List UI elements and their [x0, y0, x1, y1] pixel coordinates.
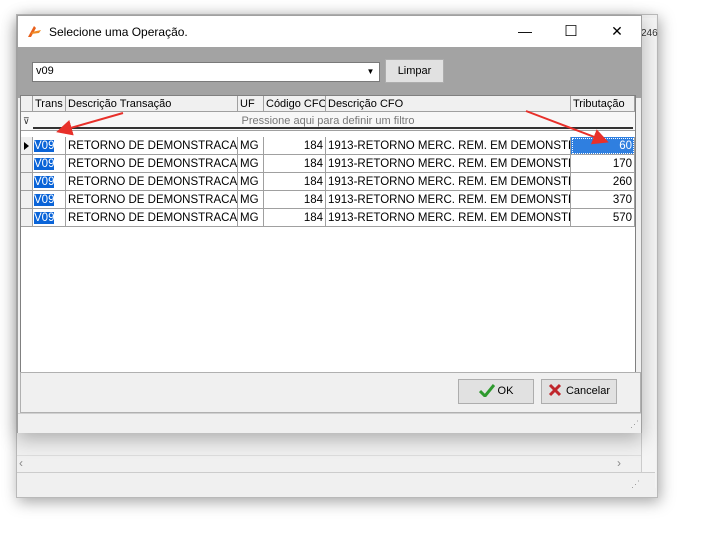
operation-combobox[interactable]: v09 ▼ — [32, 62, 380, 82]
cancel-label: Cancelar — [565, 385, 611, 397]
table-row[interactable]: V09 RETORNO DE DEMONSTRACAO MG 184 1913-… — [21, 191, 635, 209]
filter-hint[interactable]: Pressione aqui para definir um filtro — [21, 115, 635, 127]
table-row[interactable]: V09 RETORNO DE DEMONSTRACAO MG 184 1913-… — [21, 137, 635, 155]
scroll-left-icon[interactable]: ‹ — [19, 456, 23, 470]
operation-combobox-value[interactable]: v09 — [36, 65, 54, 77]
dialog-title: Selecione uma Operação. — [49, 25, 188, 39]
check-icon — [478, 384, 495, 399]
column-header-descricao-transacao[interactable]: Descrição Transação — [66, 96, 238, 112]
maximize-button[interactable]: ☐ — [548, 16, 594, 47]
ok-button[interactable]: OK — [458, 379, 534, 404]
cell-trans[interactable]: V09 — [33, 209, 66, 227]
cell-codigo-cfo[interactable]: 184 — [264, 173, 326, 191]
column-header-descricao-cfo[interactable]: Descrição CFO — [326, 96, 571, 112]
cell-trans[interactable]: V09 — [33, 173, 66, 191]
select-operation-dialog: Selecione uma Operação. — ☐ ✕ v09 ▼ Limp… — [17, 15, 642, 433]
cell-trans-text: V09 — [34, 194, 55, 206]
cell-codigo-cfo[interactable]: 184 — [264, 155, 326, 173]
column-header-trans[interactable]: Trans — [33, 96, 66, 112]
x-icon — [548, 383, 562, 397]
scroll-right-icon[interactable]: › — [617, 456, 621, 470]
button-bar: OK Cancelar — [20, 372, 641, 413]
cell-uf[interactable]: MG — [238, 191, 264, 209]
row-pointer-icon — [24, 142, 29, 150]
row-indicator — [21, 137, 33, 155]
resize-grip-icon[interactable]: ⋰ — [630, 420, 639, 429]
grid-header-indicator — [21, 96, 33, 112]
column-header-uf[interactable]: UF — [238, 96, 264, 112]
cell-descricao[interactable]: RETORNO DE DEMONSTRACAO — [66, 191, 238, 209]
search-toolbar: v09 ▼ Limpar — [18, 47, 641, 98]
chevron-down-icon[interactable]: ▼ — [362, 63, 379, 81]
cell-descricao-cfo[interactable]: 1913-RETORNO MERC. REM. EM DEMONSTR. — [326, 137, 571, 155]
cell-tributacao[interactable]: 170 — [571, 155, 635, 173]
row-indicator — [21, 155, 33, 173]
cell-codigo-cfo[interactable]: 184 — [264, 191, 326, 209]
cell-tributacao[interactable]: 260 — [571, 173, 635, 191]
cell-descricao-cfo[interactable]: 1913-RETORNO MERC. REM. EM DEMONSTR. — [326, 155, 571, 173]
cell-codigo-cfo[interactable]: 184 — [264, 137, 326, 155]
cell-trans[interactable]: V09 — [33, 155, 66, 173]
background-partial-text: 246 — [641, 28, 658, 39]
title-bar[interactable]: Selecione uma Operação. — ☐ ✕ — [18, 16, 641, 47]
resize-grip-icon[interactable]: ⋰ — [631, 480, 640, 489]
cell-trans-text: V09 — [34, 158, 55, 170]
table-row[interactable]: V09 RETORNO DE DEMONSTRACAO MG 184 1913-… — [21, 155, 635, 173]
row-indicator — [21, 173, 33, 191]
cell-uf[interactable]: MG — [238, 173, 264, 191]
cell-trans[interactable]: V09 — [33, 191, 66, 209]
cell-trans-text: V09 — [34, 212, 55, 224]
cell-trans[interactable]: V09 — [33, 137, 66, 155]
table-row[interactable]: V09 RETORNO DE DEMONSTRACAO MG 184 1913-… — [21, 209, 635, 227]
cell-descricao-cfo[interactable]: 1913-RETORNO MERC. REM. EM DEMONSTR. — [326, 191, 571, 209]
close-button[interactable]: ✕ — [594, 16, 640, 47]
cell-descricao[interactable]: RETORNO DE DEMONSTRACAO — [66, 209, 238, 227]
cell-tributacao-selected[interactable]: 60 — [571, 137, 635, 155]
cell-uf[interactable]: MG — [238, 209, 264, 227]
cell-trans-text: V09 — [34, 140, 55, 152]
background-horizontal-scrollbar[interactable]: ‹ › — [17, 455, 641, 472]
background-panel — [641, 18, 656, 488]
cell-trans-text: V09 — [34, 176, 55, 188]
filter-divider — [33, 127, 633, 129]
table-row[interactable]: V09 RETORNO DE DEMONSTRACAO MG 184 1913-… — [21, 173, 635, 191]
cell-descricao-cfo[interactable]: 1913-RETORNO MERC. REM. EM DEMONSTR. — [326, 209, 571, 227]
row-indicator — [21, 209, 33, 227]
cell-descricao[interactable]: RETORNO DE DEMONSTRACAO — [66, 173, 238, 191]
cell-codigo-cfo[interactable]: 184 — [264, 209, 326, 227]
background-statusbar: ⋰ — [17, 472, 655, 495]
cell-uf[interactable]: MG — [238, 155, 264, 173]
cell-uf[interactable]: MG — [238, 137, 264, 155]
row-indicator — [21, 191, 33, 209]
ok-label: OK — [497, 385, 514, 397]
cancel-button[interactable]: Cancelar — [541, 379, 617, 404]
cell-descricao-cfo[interactable]: 1913-RETORNO MERC. REM. EM DEMONSTR. — [326, 173, 571, 191]
clear-button[interactable]: Limpar — [385, 59, 444, 83]
column-header-codigo-cfo[interactable]: Código CFO — [264, 96, 326, 112]
dialog-statusbar: ⋰ — [18, 413, 641, 433]
cell-tributacao[interactable]: 570 — [571, 209, 635, 227]
app-logo-icon — [28, 26, 41, 37]
minimize-button[interactable]: — — [502, 16, 548, 47]
operations-grid[interactable]: Trans Descrição Transação UF Código CFO … — [20, 95, 636, 373]
cell-tributacao[interactable]: 370 — [571, 191, 635, 209]
column-header-tributacao[interactable]: Tributação — [571, 96, 635, 112]
cell-descricao[interactable]: RETORNO DE DEMONSTRACAO — [66, 137, 238, 155]
filter-row[interactable]: ⊽ Pressione aqui para definir um filtro — [21, 112, 635, 131]
cell-descricao[interactable]: RETORNO DE DEMONSTRACAO — [66, 155, 238, 173]
